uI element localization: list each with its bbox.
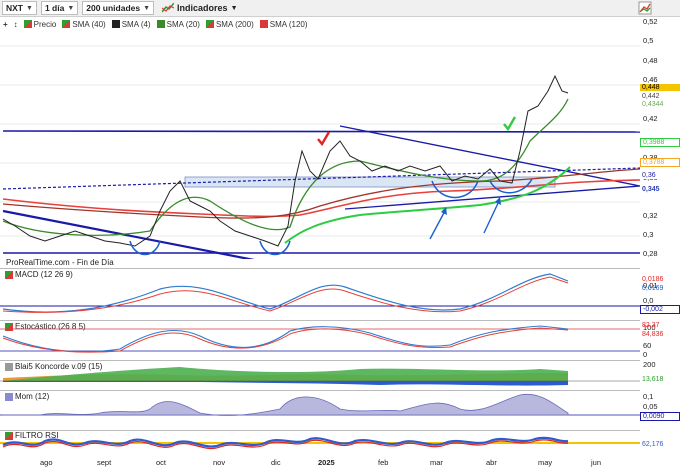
stoch-tick: 0 [643,350,648,359]
legend-item-price[interactable]: Precio [23,19,57,29]
indicators-icon [162,3,175,13]
stoch-chart[interactable] [0,321,640,359]
legend-label: SMA (4) [121,19,151,29]
green-check-icon [503,116,517,132]
macd-signal-tag: 0,0169 [642,285,664,292]
chart-source-label: ProRealTime.com - Fin de Día [4,258,116,267]
blai5-tag: 13,618 [642,376,664,383]
x-tick: 2025 [318,458,335,467]
chevron-down-icon: ▼ [143,4,151,12]
legend-label: SMA (120) [269,19,308,29]
legend-item-sma20[interactable]: SMA (20) [156,19,200,29]
ticker-dropdown[interactable]: NXT ▼ [2,1,37,15]
y-tick: 0,32 [643,211,658,220]
units-value: 200 unidades [86,3,141,13]
ticker-value: NXT [6,3,23,13]
x-tick: mar [430,458,443,467]
macd-tag: 0,0186 [642,276,664,283]
prorealtime-chart-window: NXT ▼ 1 día ▼ 200 unidades ▼ Indicadores… [0,0,680,471]
x-tick: dic [271,458,281,467]
sma20-swatch-icon [156,20,165,28]
legend-bar: + ↕ Precio SMA (40) SMA (4) SMA (20) SMA… [0,17,640,31]
sma120-tag: 0,3788 [640,158,680,167]
indicators-button[interactable]: Indicadores ▼ [158,1,241,15]
legend-item-sma4[interactable]: SMA (4) [111,19,151,29]
legend-item-sma200[interactable]: SMA (200) [205,19,254,29]
rsi-tag: 62,176 [642,441,664,448]
red-check-icon [317,131,331,147]
mom-tag: 0,0090 [640,412,680,421]
legend-label: Precio [33,19,57,29]
sma120-swatch-icon [259,20,268,28]
stoch-k-tag: 82,37 [642,322,660,329]
y-tick: 0,46 [643,75,658,84]
y-tick: 0,28 [643,249,658,258]
price-tag: 0,448 [640,84,680,91]
x-tick: feb [378,458,389,467]
arrow-up-icon [429,208,447,240]
macd-tick: 0,0 [643,296,654,305]
sma4-swatch-icon [111,20,120,28]
chevron-down-icon: ▼ [67,4,75,12]
x-tick: jun [591,458,602,467]
mom-tick: 0,1 [643,392,654,401]
trendline-tag: 0,36 [640,172,680,179]
x-tick: abr [486,458,497,467]
y-tick: 0,3 [643,230,654,239]
blai5-tick: 200 [643,360,656,369]
rsi-chart[interactable] [0,431,640,457]
chevron-down-icon: ▼ [26,4,33,12]
sma200-tag: 0,345 [640,186,680,193]
stoch-tick: 60 [643,341,652,350]
legend-item-sma120[interactable]: SMA (120) [259,19,308,29]
y-tick: 0,5 [643,36,654,45]
stoch-d-tag: 84,836 [642,331,664,338]
blai5-chart[interactable] [0,361,640,389]
sma20-tag: 0,4344 [640,101,680,108]
price-swatch-icon [23,20,32,28]
resistance-line [2,130,640,133]
sma200-swatch-icon [205,20,214,28]
x-tick: nov [213,458,226,467]
x-tick: ago [40,458,53,467]
macd-chart[interactable] [0,269,640,318]
indicators-label: Indicadores [177,3,228,13]
sma40-tag: 0,3988 [640,138,680,147]
chevron-down-icon: ▼ [230,4,238,12]
sma40-swatch-icon [62,20,71,28]
interval-dropdown[interactable]: 1 día ▼ [40,1,79,15]
legend-label: SMA (20) [166,19,200,29]
price-chart[interactable] [0,31,640,259]
legend-label: SMA (200) [215,19,254,29]
x-tick: oct [156,458,167,467]
mom-tick: 0,05 [643,402,658,411]
y-tick: 0,42 [643,114,658,123]
move-icon[interactable]: ↕ [14,20,18,29]
add-indicator-icon[interactable]: + [3,20,8,29]
macd-hist-tag: -0,002 [640,305,680,314]
sma4-tag: 0,442 [640,93,680,100]
legend-item-sma40[interactable]: SMA (40) [62,19,106,29]
units-dropdown[interactable]: 200 unidades ▼ [82,1,155,15]
x-tick: may [538,458,553,467]
price-line [2,74,569,247]
y-tick: 0,52 [643,17,658,26]
y-tick: 0,48 [643,56,658,65]
interval-value: 1 día [44,3,65,13]
x-tick: sept [97,458,112,467]
consolidation-box [184,176,556,188]
mom-chart[interactable] [0,391,640,429]
toolbar: NXT ▼ 1 día ▼ 200 unidades ▼ Indicadores… [0,0,680,17]
price-alert-icon[interactable] [638,1,652,15]
legend-label: SMA (40) [72,19,106,29]
